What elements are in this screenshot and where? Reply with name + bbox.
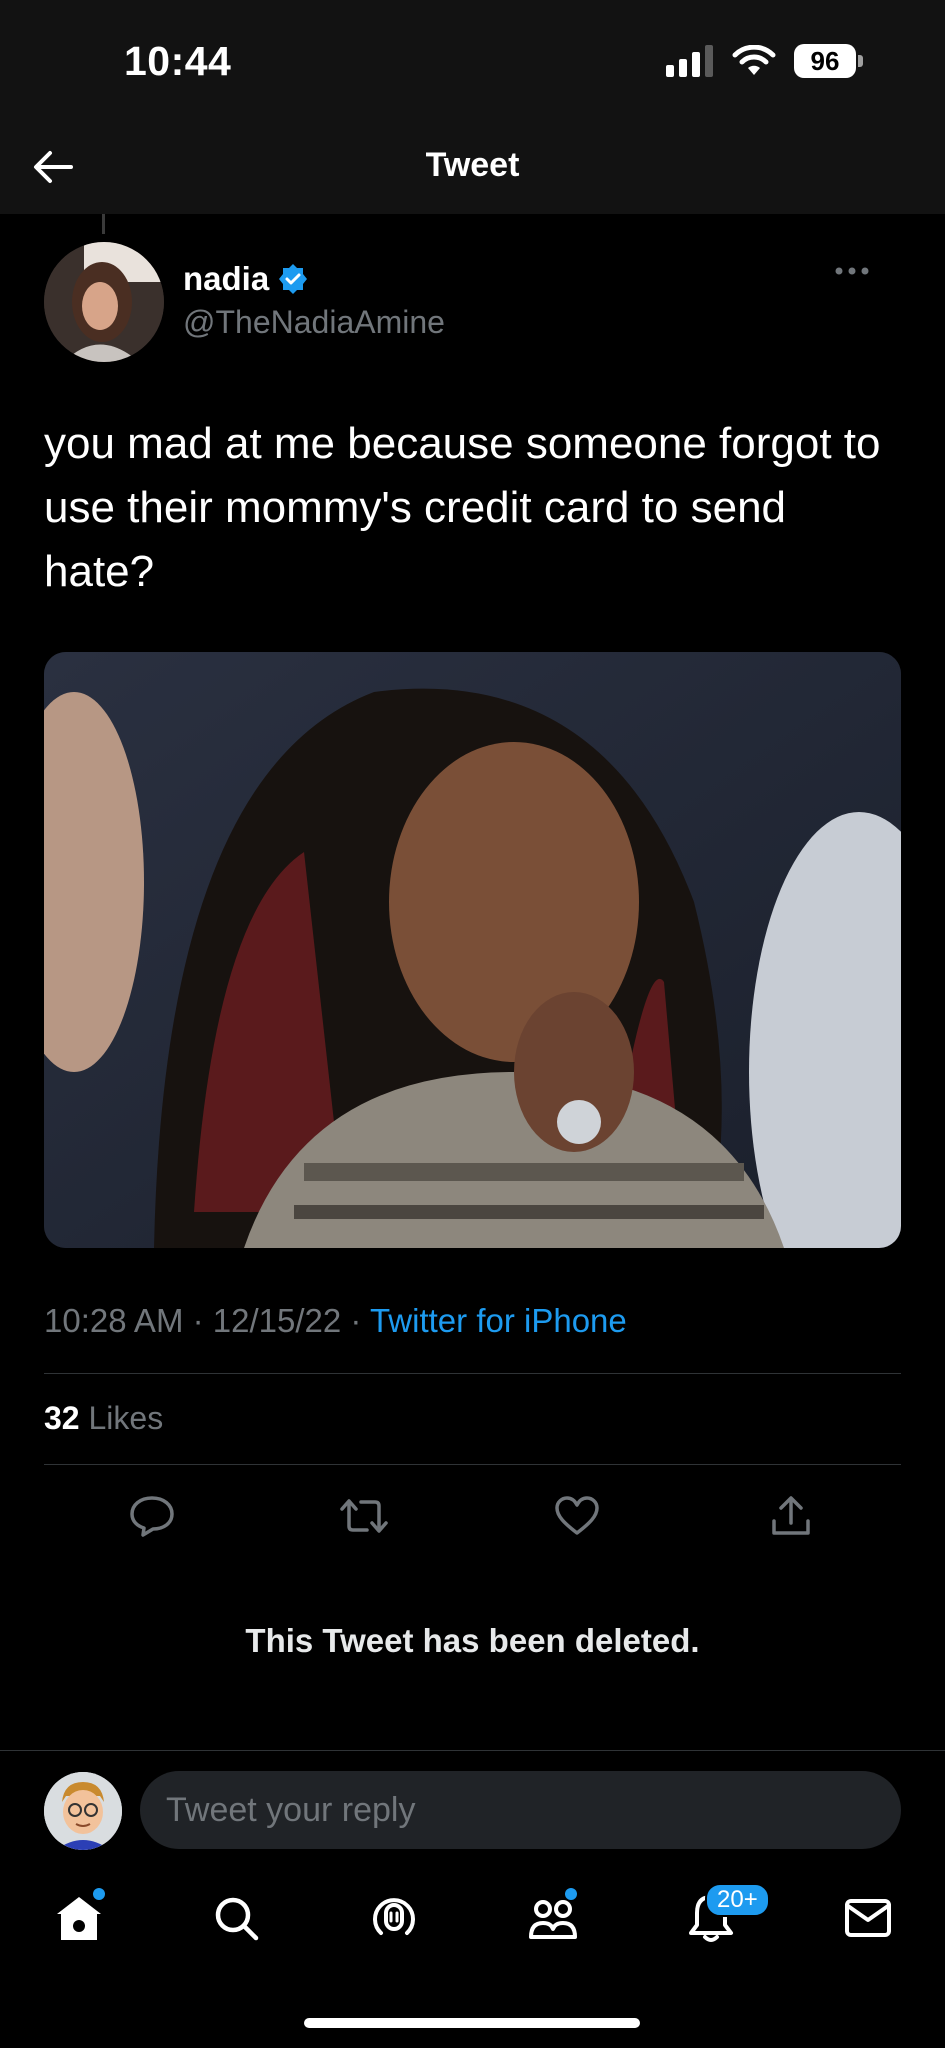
status-bar: 10:44 96 [0, 0, 945, 120]
battery-level: 96 [794, 44, 856, 78]
deleted-tweet-notice: This Tweet has been deleted. [245, 1622, 700, 1659]
reply-input[interactable] [140, 1771, 901, 1849]
battery-cap [858, 55, 863, 67]
share-icon [772, 1496, 810, 1535]
messages-icon [845, 1899, 891, 1937]
meta-separator: · [183, 1302, 213, 1339]
user-avatar[interactable] [44, 1772, 122, 1850]
divider [44, 1464, 901, 1465]
tweet-date: 12/15/22 [212, 1302, 342, 1339]
reply-button[interactable] [122, 1486, 182, 1546]
tweet-source-link[interactable]: Twitter for iPhone [370, 1302, 627, 1339]
tab-spaces[interactable] [364, 1888, 424, 1948]
likes-number: 32 [44, 1400, 80, 1436]
communities-icon [529, 1900, 577, 1939]
divider [0, 1750, 945, 1751]
likes-count-link[interactable]: 32 Likes [44, 1400, 163, 1437]
battery-indicator: 96 [794, 44, 863, 78]
tab-messages[interactable] [838, 1888, 898, 1948]
tweet-meta: 10:28 AM · 12/15/22 · Twitter for iPhone [44, 1302, 627, 1340]
tweet-text: you mad at me because someone forgot to … [44, 419, 881, 596]
retweet-button[interactable] [334, 1486, 394, 1546]
thread-connector [102, 214, 105, 234]
tab-home[interactable] [49, 1888, 109, 1948]
status-indicators: 96 [666, 44, 863, 78]
like-button[interactable] [547, 1486, 607, 1546]
tweet-media-image[interactable] [44, 652, 901, 1248]
more-options-button[interactable] [822, 256, 882, 286]
verified-badge-icon [279, 264, 308, 294]
tweet-time: 10:28 AM [44, 1302, 184, 1339]
page-title: Tweet [425, 146, 520, 184]
divider [44, 1373, 901, 1374]
more-icon [835, 267, 869, 275]
home-icon [57, 1897, 101, 1940]
tab-communities[interactable] [523, 1888, 583, 1948]
cellular-signal-icon [666, 45, 713, 77]
spaces-icon [373, 1898, 415, 1935]
nav-bar: Tweet [0, 120, 945, 214]
likes-label: Likes [79, 1400, 164, 1436]
author-handle[interactable]: @TheNadiaAmine [183, 304, 445, 341]
like-icon [555, 1496, 599, 1535]
status-time: 10:44 [124, 38, 232, 84]
author-avatar[interactable] [44, 242, 164, 362]
retweet-icon [340, 1499, 388, 1533]
share-button[interactable] [761, 1486, 821, 1546]
home-notification-dot [93, 1888, 105, 1900]
meta-separator: · [341, 1302, 370, 1339]
author-name-row: nadia [183, 260, 309, 298]
search-icon [215, 1897, 259, 1941]
home-indicator[interactable] [304, 2018, 640, 2028]
author-name[interactable]: nadia [183, 260, 269, 298]
reply-icon [130, 1496, 174, 1537]
wifi-icon [732, 45, 776, 75]
notifications-badge: 20+ [705, 1883, 770, 1917]
tab-search[interactable] [206, 1888, 266, 1948]
communities-notification-dot [565, 1888, 577, 1900]
